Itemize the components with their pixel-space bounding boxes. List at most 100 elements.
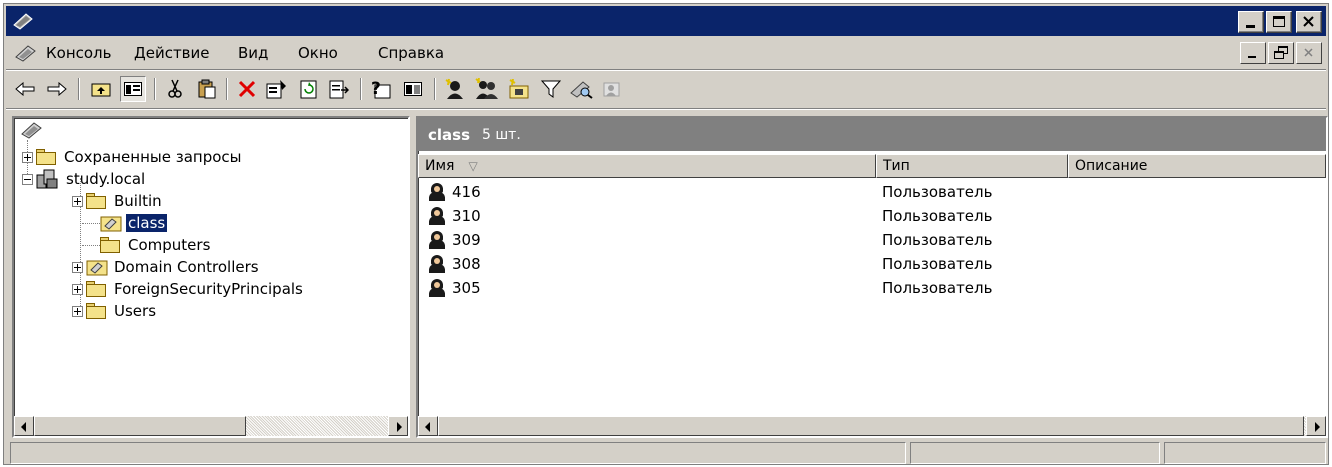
results-header: class 5 шт.	[418, 118, 1326, 151]
delete-button[interactable]	[234, 76, 260, 102]
column-header-description[interactable]: Описание	[1068, 154, 1326, 178]
arrow-right-icon	[1315, 422, 1320, 432]
tree-item-label: Builtin	[114, 192, 162, 210]
expand-icon[interactable]	[72, 195, 83, 207]
console-menu-icon[interactable]	[14, 43, 38, 63]
scroll-left-button[interactable]	[14, 416, 34, 436]
scroll-right-button[interactable]	[388, 416, 408, 436]
list-item-type: Пользователь	[882, 279, 993, 297]
forward-button[interactable]	[44, 76, 70, 102]
scissors-icon	[168, 79, 182, 98]
arrow-right-icon	[397, 422, 402, 432]
minimize-button[interactable]	[1238, 11, 1264, 33]
tree-item-class[interactable]: class	[100, 212, 169, 234]
tree-item-users[interactable]: Users	[72, 300, 158, 322]
paste-button[interactable]	[194, 76, 220, 102]
minimize-icon	[1248, 56, 1256, 58]
filter-icon	[541, 80, 561, 98]
expand-icon[interactable]	[72, 261, 83, 273]
new-group-button[interactable]	[474, 76, 500, 102]
expand-icon[interactable]	[72, 305, 83, 317]
scroll-right-button[interactable]	[1306, 416, 1326, 436]
list-item[interactable]: 310	[428, 204, 481, 228]
results-horizontal-scrollbar[interactable]	[418, 416, 1326, 436]
menu-help[interactable]: Справка	[378, 44, 444, 62]
tree-horizontal-scrollbar[interactable]	[14, 416, 408, 436]
minimize-icon	[1246, 25, 1255, 28]
refresh-button[interactable]	[296, 76, 322, 102]
properties-button[interactable]	[264, 76, 290, 102]
mmc-app-icon	[13, 13, 33, 30]
scroll-thumb[interactable]	[438, 416, 1304, 436]
help-button[interactable]: ?	[368, 76, 394, 102]
list-item-type: Пользователь	[882, 183, 993, 201]
user-name: 310	[452, 207, 481, 225]
menu-separator	[6, 69, 1326, 71]
toolbar: ?	[6, 72, 1326, 106]
menu-window[interactable]: Окно	[298, 44, 338, 62]
menu-action[interactable]: Действие	[134, 44, 210, 62]
list-item[interactable]: 305	[428, 276, 481, 300]
tree-item-domain-controllers[interactable]: Domain Controllers	[72, 256, 261, 278]
list-item-type: Пользователь	[882, 255, 993, 273]
user-icon	[428, 183, 446, 201]
back-button[interactable]	[12, 76, 38, 102]
export-list-button[interactable]	[326, 76, 352, 102]
maximize-icon	[1273, 16, 1285, 27]
child-minimize-button[interactable]	[1240, 42, 1266, 64]
folder-icon	[86, 193, 106, 209]
console-root-icon[interactable]	[20, 120, 44, 140]
description-bar-icon	[404, 82, 422, 96]
tree-item-builtin[interactable]: Builtin	[72, 190, 164, 212]
tree-item-foreign-security-principals[interactable]: ForeignSecurityPrincipals	[72, 278, 305, 300]
tree-item-label: class	[124, 213, 169, 233]
close-icon	[1304, 48, 1313, 57]
new-ou-button[interactable]	[506, 76, 532, 102]
child-close-button[interactable]	[1296, 42, 1322, 64]
folder-icon	[100, 237, 120, 253]
title-bar[interactable]	[6, 6, 1326, 36]
filter-button[interactable]	[538, 76, 564, 102]
column-header-type[interactable]: Тип	[876, 154, 1068, 178]
expand-icon[interactable]	[22, 151, 33, 163]
results-title: class	[428, 125, 471, 144]
user-name: 305	[452, 279, 481, 297]
list-item[interactable]: 416	[428, 180, 481, 204]
find-button[interactable]	[568, 76, 594, 102]
list-item[interactable]: 308	[428, 252, 481, 276]
close-button[interactable]	[1296, 11, 1322, 33]
column-header-name[interactable]: Имя ▽	[418, 154, 876, 178]
expand-icon[interactable]	[72, 283, 83, 295]
cut-button[interactable]	[162, 76, 188, 102]
tree-item-label: Domain Controllers	[114, 258, 259, 276]
close-icon	[1303, 16, 1314, 27]
forward-arrow-icon	[47, 82, 67, 96]
new-ou-icon	[509, 79, 529, 99]
tree-item-computers[interactable]: Computers	[100, 234, 212, 256]
console-tree[interactable]: Сохраненные запросы study.local Builtin …	[12, 116, 410, 438]
clipboard-icon	[198, 79, 216, 99]
up-one-level-button[interactable]	[88, 76, 114, 102]
tree-item-saved-queries[interactable]: Сохраненные запросы	[22, 146, 244, 168]
maximize-button[interactable]	[1266, 11, 1292, 33]
results-pane[interactable]: class 5 шт. Имя ▽ Тип Описание 416 Польз…	[416, 116, 1328, 438]
show-hide-tree-button[interactable]	[120, 76, 146, 102]
folder-up-icon	[91, 83, 111, 97]
list-item[interactable]: 309	[428, 228, 481, 252]
tree-item-domain[interactable]: study.local	[22, 168, 147, 190]
show-hide-description-button[interactable]	[400, 76, 426, 102]
collapse-icon[interactable]	[22, 173, 33, 185]
status-bar	[10, 442, 1328, 466]
user-name: 416	[452, 183, 481, 201]
user-name: 309	[452, 231, 481, 249]
sort-descending-icon: ▽	[468, 159, 478, 173]
menu-view[interactable]: Вид	[238, 44, 268, 62]
scroll-left-button[interactable]	[418, 416, 438, 436]
scroll-thumb[interactable]	[34, 416, 246, 436]
menu-console[interactable]: Консоль	[46, 44, 112, 62]
new-user-button[interactable]	[442, 76, 468, 102]
back-arrow-icon	[15, 82, 35, 96]
tree-item-label: study.local	[66, 170, 146, 188]
child-restore-button[interactable]	[1268, 42, 1294, 64]
add-to-group-button[interactable]	[598, 76, 624, 102]
